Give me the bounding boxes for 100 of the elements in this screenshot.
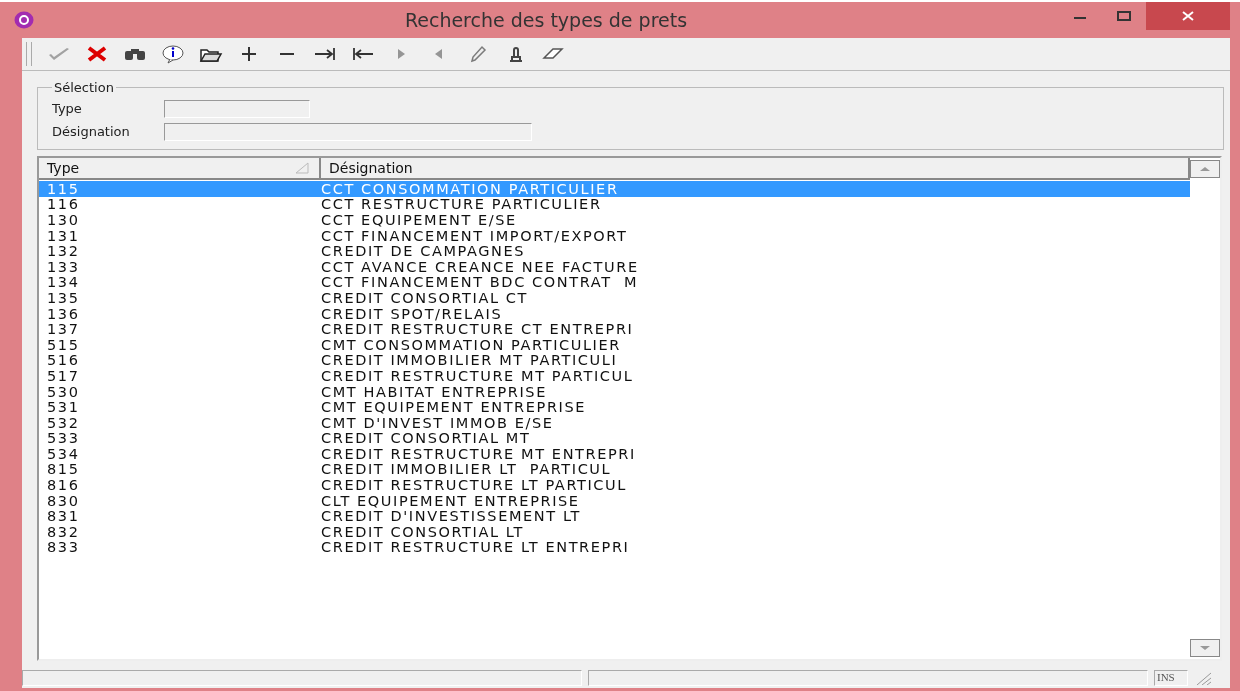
table-cell-text: 534: [46, 445, 81, 462]
left-triangle-icon: [435, 49, 442, 59]
list-row[interactable]: 136 CREDIT SPOT/RELAIS: [39, 305, 1190, 322]
column-header[interactable]: Désignation: [321, 158, 1190, 180]
list-row[interactable]: 532 CMT D'INVEST IMMOB E/SE: [39, 414, 1190, 431]
list-row[interactable]: 116 CCT RESTRUCTURE PARTICULIER: [39, 196, 1190, 213]
table-cell: CMT D'INVEST IMMOB E/SE: [321, 414, 554, 431]
table-cell-text: 816: [46, 477, 81, 494]
table-cell-text: 532: [46, 414, 81, 431]
table-cell: CCT RESTRUCTURE PARTICULIER: [321, 196, 602, 213]
table-cell-text: 516: [46, 352, 81, 369]
table-cell-text: 133: [46, 258, 81, 275]
input-field[interactable]: [164, 99, 310, 118]
field-label: Type: [52, 101, 83, 116]
list-row[interactable]: 131 CCT FINANCEMENT IMPORT/EXPORT: [39, 227, 1190, 244]
table-cell: CCT CONSOMMATION PARTICULIER: [321, 180, 619, 197]
tab-start-icon: [353, 47, 374, 61]
table-cell-text: 531: [46, 399, 81, 416]
pencil-icon: [470, 45, 487, 63]
down-arrow-icon: [1199, 645, 1211, 651]
up-arrow-icon: [1199, 166, 1211, 172]
list-row[interactable]: 137 CREDIT RESTRUCTURE CT ENTREPRI: [39, 321, 1190, 337]
list-row[interactable]: 515 CMT CONSOMMATION PARTICULIER: [39, 336, 1190, 353]
app-logo-icon: [14, 11, 34, 29]
table-cell-text: 815: [46, 461, 81, 478]
list-row[interactable]: 517 CREDIT RESTRUCTURE MT PARTICUL: [39, 368, 1190, 384]
plus-icon: [241, 46, 257, 62]
table-cell: CCT EQUIPEMENT E/SE: [321, 212, 517, 228]
list-row[interactable]: 132 CREDIT DE CAMPAGNES: [39, 243, 1190, 259]
maximize-icon: [1117, 11, 1131, 21]
table-cell: CREDIT SPOT/RELAIS: [321, 305, 503, 322]
table-cell: CREDIT IMMOBILIER MT PARTICULI: [321, 352, 618, 369]
folder-icon: [199, 49, 223, 62]
scroll-up-button[interactable]: [1190, 160, 1220, 178]
list-row[interactable]: 833 CREDIT RESTRUCTURE LT ENTREPRI: [39, 539, 1190, 556]
field-label: Désignation: [52, 124, 131, 139]
insert-mode-indicator: INS: [1154, 670, 1188, 686]
column-header[interactable]: Type: [39, 158, 321, 180]
resize-grip-icon: [1194, 671, 1212, 685]
table-cell: CREDIT RESTRUCTURE MT ENTREPRI: [321, 445, 636, 462]
list-row[interactable]: 831 CREDIT D'INVESTISSEMENT LT: [39, 508, 1190, 525]
table-cell-text: 137: [46, 321, 81, 338]
table-cell-text: 533: [46, 430, 81, 447]
list-row[interactable]: 134 CCT FINANCEMENT BDC CONTRAT M: [39, 274, 1190, 291]
info-icon: [162, 45, 184, 64]
table-cell: CREDIT DE CAMPAGNES: [321, 243, 526, 260]
table-cell: CCT FINANCEMENT IMPORT/EXPORT: [321, 227, 628, 244]
table-cell: CREDIT IMMOBILIER LT PARTICUL: [321, 461, 612, 478]
table-cell-text: 530: [46, 383, 81, 400]
table-cell-text: 132: [46, 243, 81, 260]
list-row[interactable]: 815 CREDIT IMMOBILIER LT PARTICUL: [39, 461, 1190, 478]
list-row[interactable]: 534 CREDIT RESTRUCTURE MT ENTREPRI: [39, 446, 1190, 462]
table-cell-text: 833: [46, 539, 81, 556]
table-cell-text: 136: [46, 305, 81, 322]
table-cell-text: 135: [46, 289, 81, 306]
scroll-down-button[interactable]: [1190, 639, 1220, 657]
list-row[interactable]: 816 CREDIT RESTRUCTURE LT PARTICUL: [39, 477, 1190, 493]
table-cell: CMT CONSOMMATION PARTICULIER: [321, 336, 621, 353]
list-row[interactable]: 516 CREDIT IMMOBILIER MT PARTICULI: [39, 352, 1190, 369]
check-icon: [49, 48, 69, 60]
list-row[interactable]: 133 CCT AVANCE CREANCE NEE FACTURE: [39, 258, 1190, 275]
table-cell: CREDIT RESTRUCTURE LT ENTREPRI: [321, 539, 630, 556]
list-row[interactable]: 533 CREDIT CONSORTIAL MT: [39, 430, 1190, 447]
table-cell-text: 134: [46, 274, 81, 291]
eraser-icon: [542, 48, 564, 59]
scrollbar[interactable]: [1190, 158, 1220, 659]
table-cell: CREDIT RESTRUCTURE CT ENTREPRI: [321, 321, 634, 338]
binoculars-icon: [125, 49, 145, 60]
table-cell: CREDIT CONSORTIAL CT: [321, 289, 528, 306]
group-title: Sélection: [53, 80, 115, 95]
input-field[interactable]: [164, 122, 532, 141]
table-cell: CREDIT CONSORTIAL LT: [321, 523, 524, 540]
list-row[interactable]: 530 CMT HABITAT ENTREPRISE: [39, 383, 1190, 400]
stamp-icon: [509, 47, 523, 62]
table-cell: CLT EQUIPEMENT ENTREPRISE: [321, 492, 580, 509]
table-cell: CMT EQUIPEMENT ENTREPRISE: [321, 399, 587, 416]
list-row[interactable]: 830 CLT EQUIPEMENT ENTREPRISE: [39, 492, 1190, 509]
table-cell-text: 130: [46, 212, 81, 228]
list-row[interactable]: 135 CREDIT CONSORTIAL CT: [39, 290, 1190, 306]
table-cell-text: 115: [46, 180, 81, 197]
list-row[interactable]: 531 CMT EQUIPEMENT ENTREPRISE: [39, 399, 1190, 415]
table-cell: CMT HABITAT ENTREPRISE: [321, 383, 547, 400]
table-cell: CCT AVANCE CREANCE NEE FACTURE: [321, 258, 639, 275]
tab-end-icon: [314, 47, 335, 61]
window-title: Recherche des types de prets: [403, 9, 689, 31]
right-triangle-icon: [398, 49, 405, 59]
table-cell-text: 116: [46, 196, 81, 213]
table-cell: CREDIT RESTRUCTURE LT PARTICUL: [321, 477, 627, 494]
table-cell-text: 515: [46, 336, 81, 353]
table-cell: CREDIT CONSORTIAL MT: [321, 430, 531, 447]
list-row[interactable]: 130 CCT EQUIPEMENT E/SE: [39, 212, 1190, 228]
table-cell-text: 832: [46, 523, 81, 540]
table-cell: CREDIT RESTRUCTURE MT PARTICUL: [321, 367, 634, 384]
toolbar-grip: [26, 42, 32, 66]
table-cell-text: 517: [46, 367, 81, 384]
list-row[interactable]: 832 CREDIT CONSORTIAL LT: [39, 524, 1190, 540]
table-cell: CCT FINANCEMENT BDC CONTRAT M: [321, 274, 639, 291]
table-cell-text: 831: [46, 508, 81, 525]
cross-icon: [87, 46, 107, 62]
table-cell-text: 830: [46, 492, 81, 509]
